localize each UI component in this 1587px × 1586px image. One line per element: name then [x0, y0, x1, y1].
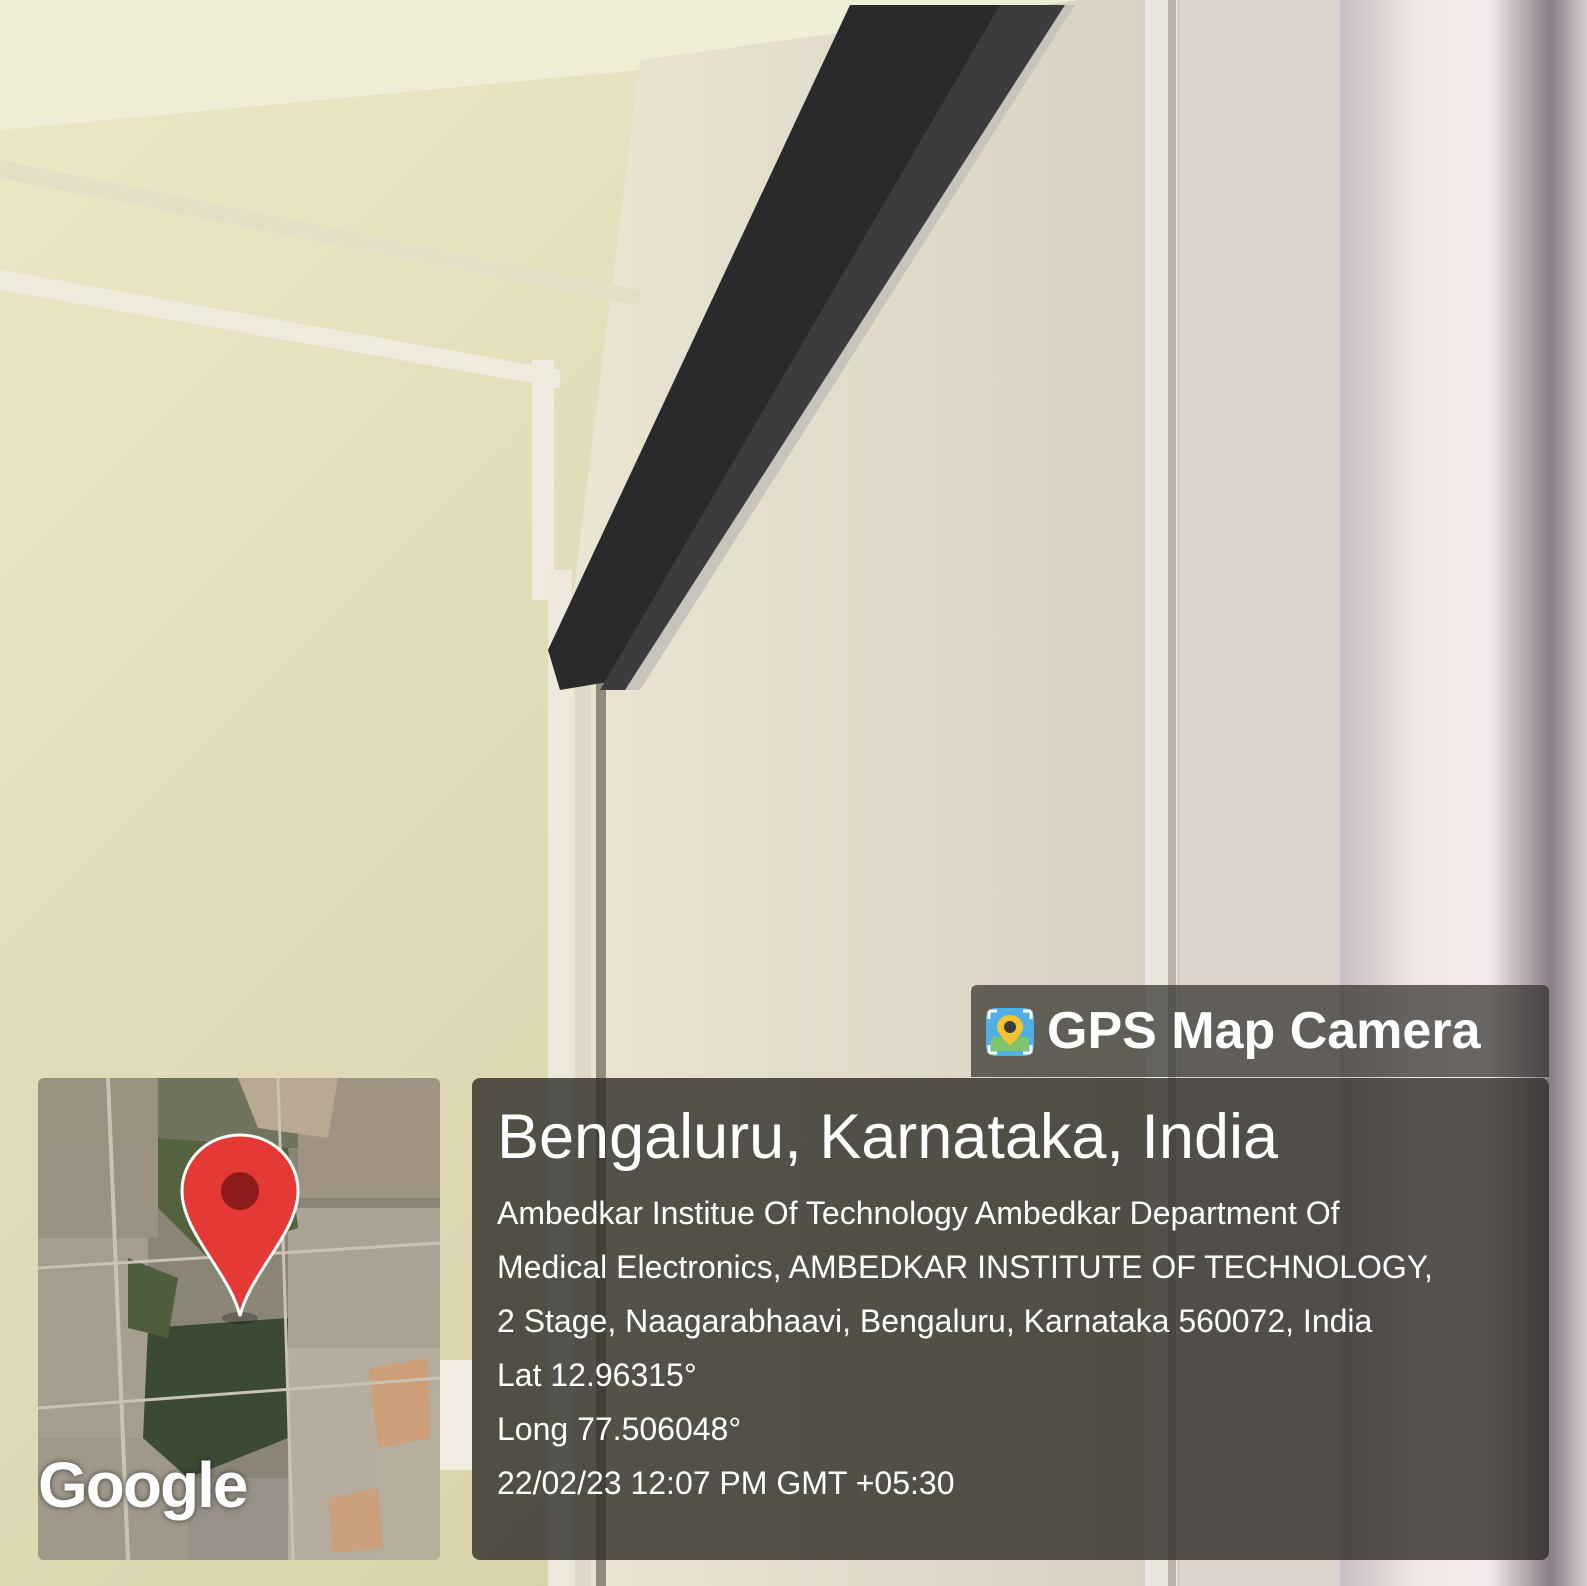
photo-scene: Google GPS Map Camera Bengaluru, Karnata…: [0, 0, 1587, 1586]
location-info-panel: Bengaluru, Karnataka, India Ambedkar Ins…: [472, 1078, 1549, 1560]
address-line: 2 Stage, Naagarabhaavi, Bengaluru, Karna…: [497, 1303, 1373, 1339]
address-line: Ambedkar Institue Of Technology Ambedkar…: [497, 1195, 1340, 1231]
app-badge-label: GPS Map Camera: [1047, 1002, 1481, 1060]
google-logo: Google: [38, 1449, 248, 1521]
map-thumbnail: Google: [38, 1078, 440, 1560]
location-pin-icon: [180, 1133, 300, 1317]
address-line: Medical Electronics, AMBEDKAR INSTITUTE …: [497, 1249, 1433, 1285]
longitude-text: Long 77.506048°: [497, 1411, 742, 1447]
gps-map-camera-icon: [986, 1008, 1034, 1056]
location-title: Bengaluru, Karnataka, India: [497, 1102, 1279, 1172]
datetime-text: 22/02/23 12:07 PM GMT +05:30: [497, 1465, 955, 1501]
latitude-text: Lat 12.96315°: [497, 1357, 697, 1393]
app-badge: GPS Map Camera: [971, 985, 1549, 1077]
